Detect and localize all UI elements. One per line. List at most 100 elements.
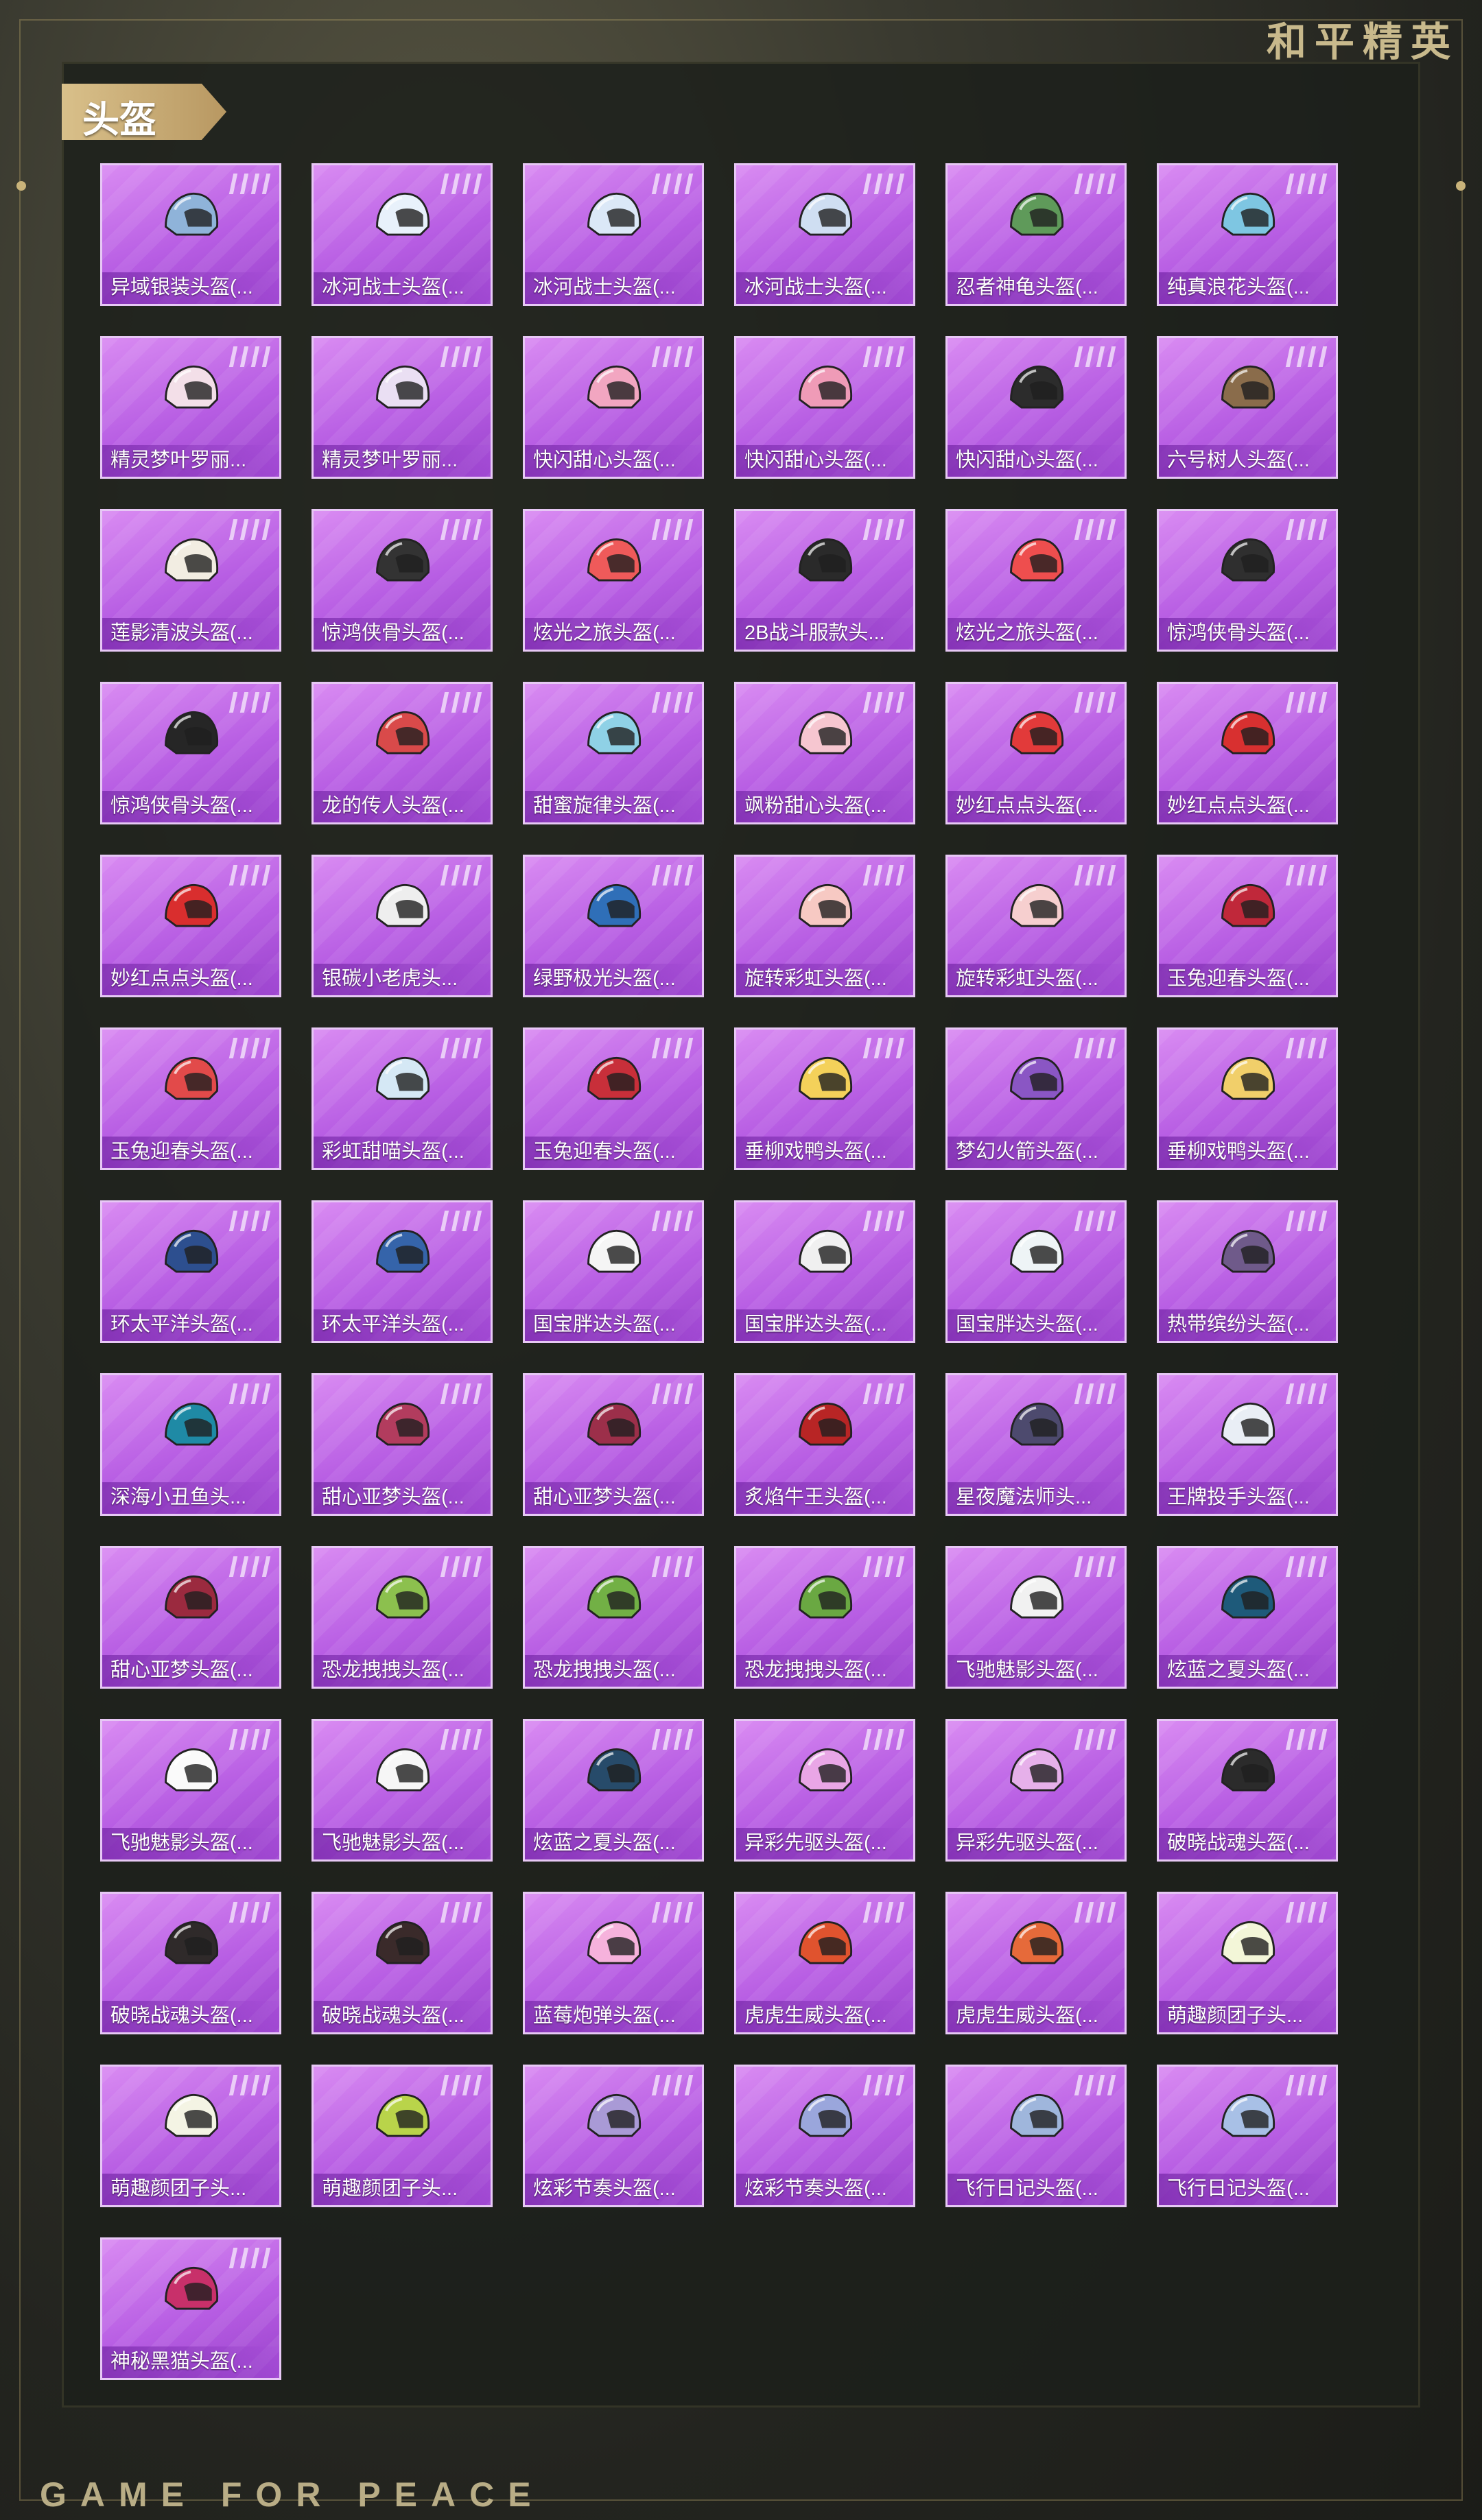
helmet-card[interactable]: 飞驰魅影头盔(... [100,1719,281,1862]
helmet-icon [165,192,219,236]
rarity-bars [862,2075,905,2095]
helmet-card[interactable]: 恐龙拽拽头盔(... [311,1546,493,1689]
helmet-name: 国宝胖达头盔(... [533,1314,676,1335]
helmet-card[interactable]: 萌趣颜团子头... [311,2065,493,2207]
helmet-card[interactable]: 精灵梦叶罗丽... [311,336,493,479]
helmet-icon [1010,883,1064,927]
helmet-card[interactable]: 王牌投手头盔(... [1157,1373,1338,1516]
helmet-card[interactable]: 冰河战士头盔(... [734,163,915,306]
helmet-name: 炫光之旅头盔(... [533,622,676,644]
helmet-card[interactable]: 炫蓝之夏头盔(... [1157,1546,1338,1689]
helmet-card[interactable]: 破晓战魂头盔(... [100,1892,281,2034]
helmet-card[interactable]: 飞行日记头盔(... [945,2065,1127,2207]
helmet-name: 异彩先驱头盔(... [744,1832,887,1854]
helmet-card[interactable]: 快闪甜心头盔(... [523,336,704,479]
helmet-name: 国宝胖达头盔(... [744,1314,887,1335]
helmet-card[interactable]: 破晓战魂头盔(... [1157,1719,1338,1862]
rarity-bars [228,174,271,194]
helmet-card[interactable]: 炙焰牛王头盔(... [734,1373,915,1516]
helmet-card[interactable]: 旋转彩虹头盔(... [734,855,915,997]
helmet-card[interactable]: 惊鸿侠骨头盔(... [1157,509,1338,652]
helmet-name: 蓝莓炮弹头盔(... [533,2005,676,2027]
helmet-card[interactable]: 异域银装头盔(... [100,163,281,306]
rarity-bars [440,174,482,194]
rarity-bars [651,346,694,367]
helmet-card[interactable]: 垂柳戏鸭头盔(... [734,1027,915,1170]
helmet-card[interactable]: 惊鸿侠骨头盔(... [311,509,493,652]
helmet-card[interactable]: 龙的传人头盔(... [311,682,493,824]
helmet-card[interactable]: 恐龙拽拽头盔(... [523,1546,704,1689]
helmet-card[interactable]: 炫光之旅头盔(... [523,509,704,652]
helmet-name: 炙焰牛王头盔(... [744,1486,887,1508]
helmet-card[interactable]: 甜心亚梦头盔(... [100,1546,281,1689]
helmet-card[interactable]: 旋转彩虹头盔(... [945,855,1127,997]
helmet-card[interactable]: 国宝胖达头盔(... [945,1200,1127,1343]
helmet-name: 绿野极光头盔(... [533,968,676,990]
helmet-card[interactable]: 甜心亚梦头盔(... [523,1373,704,1516]
helmet-icon [376,1056,430,1100]
helmet-card[interactable]: 炫蓝之夏头盔(... [523,1719,704,1862]
helmet-card[interactable]: 六号树人头盔(... [1157,336,1338,479]
helmet-name: 恐龙拽拽头盔(... [322,1659,464,1681]
helmet-card[interactable]: 破晓战魂头盔(... [311,1892,493,2034]
helmet-icon [376,365,430,409]
helmet-card[interactable]: 飞行日记头盔(... [1157,2065,1338,2207]
helmet-card[interactable]: 妙红点点头盔(... [945,682,1127,824]
rarity-bars [862,1383,905,1404]
helmet-card[interactable]: 热带缤纷头盔(... [1157,1200,1338,1343]
helmet-card[interactable]: 深海小丑鱼头... [100,1373,281,1516]
rarity-bars [440,1383,482,1404]
helmet-card[interactable]: 妙红点点头盔(... [100,855,281,997]
helmet-card[interactable]: 垂柳戏鸭头盔(... [1157,1027,1338,1170]
helmet-icon [799,1575,853,1619]
helmet-icon [165,1748,219,1792]
helmet-card[interactable]: 虎虎生威头盔(... [734,1892,915,2034]
helmet-name: 纯真浪花头盔(... [1167,276,1310,298]
helmet-card[interactable]: 甜蜜旋律头盔(... [523,682,704,824]
helmet-card[interactable]: 纯真浪花头盔(... [1157,163,1338,306]
helmet-card[interactable]: 国宝胖达头盔(... [523,1200,704,1343]
helmet-card[interactable]: 2B战斗服款头... [734,509,915,652]
helmet-card[interactable]: 国宝胖达头盔(... [734,1200,915,1343]
helmet-card[interactable]: 炫光之旅头盔(... [945,509,1127,652]
helmet-card[interactable]: 惊鸿侠骨头盔(... [100,682,281,824]
helmet-card[interactable]: 妙红点点头盔(... [1157,682,1338,824]
helmet-card[interactable]: 蓝莓炮弹头盔(... [523,1892,704,2034]
helmet-card[interactable]: 梦幻火箭头盔(... [945,1027,1127,1170]
helmet-card[interactable]: 神秘黑猫头盔(... [100,2237,281,2380]
helmet-card[interactable]: 飞驰魅影头盔(... [311,1719,493,1862]
helmet-card[interactable]: 银碳小老虎头... [311,855,493,997]
helmet-card[interactable]: 玉兔迎春头盔(... [100,1027,281,1170]
helmet-name: 飞行日记头盔(... [956,2178,1098,2200]
helmet-card[interactable]: 异彩先驱头盔(... [945,1719,1127,1862]
helmet-card[interactable]: 飒粉甜心头盔(... [734,682,915,824]
helmet-card[interactable]: 忍者神龟头盔(... [945,163,1127,306]
helmet-card[interactable]: 飞驰魅影头盔(... [945,1546,1127,1689]
rarity-bars [1074,174,1116,194]
helmet-icon [1221,1056,1275,1100]
helmet-card[interactable]: 萌趣颜团子头... [100,2065,281,2207]
helmet-card[interactable]: 绿野极光头盔(... [523,855,704,997]
helmet-card[interactable]: 环太平洋头盔(... [100,1200,281,1343]
helmet-card[interactable]: 莲影清波头盔(... [100,509,281,652]
helmet-card[interactable]: 快闪甜心头盔(... [945,336,1127,479]
helmet-card[interactable]: 精灵梦叶罗丽... [100,336,281,479]
helmet-card[interactable]: 玉兔迎春头盔(... [1157,855,1338,997]
helmet-icon [799,1229,853,1273]
helmet-card[interactable]: 星夜魔法师头... [945,1373,1127,1516]
helmet-card[interactable]: 彩虹甜喵头盔(... [311,1027,493,1170]
helmet-card[interactable]: 环太平洋头盔(... [311,1200,493,1343]
helmet-card[interactable]: 炫彩节奏头盔(... [523,2065,704,2207]
helmet-card[interactable]: 恐龙拽拽头盔(... [734,1546,915,1689]
rarity-bars [1285,2075,1328,2095]
helmet-card[interactable]: 甜心亚梦头盔(... [311,1373,493,1516]
helmet-name: 异域银装头盔(... [110,276,253,298]
helmet-card[interactable]: 虎虎生威头盔(... [945,1892,1127,2034]
helmet-card[interactable]: 冰河战士头盔(... [523,163,704,306]
helmet-card[interactable]: 冰河战士头盔(... [311,163,493,306]
helmet-card[interactable]: 快闪甜心头盔(... [734,336,915,479]
helmet-card[interactable]: 炫彩节奏头盔(... [734,2065,915,2207]
helmet-card[interactable]: 玉兔迎春头盔(... [523,1027,704,1170]
helmet-card[interactable]: 异彩先驱头盔(... [734,1719,915,1862]
helmet-card[interactable]: 萌趣颜团子头... [1157,1892,1338,2034]
